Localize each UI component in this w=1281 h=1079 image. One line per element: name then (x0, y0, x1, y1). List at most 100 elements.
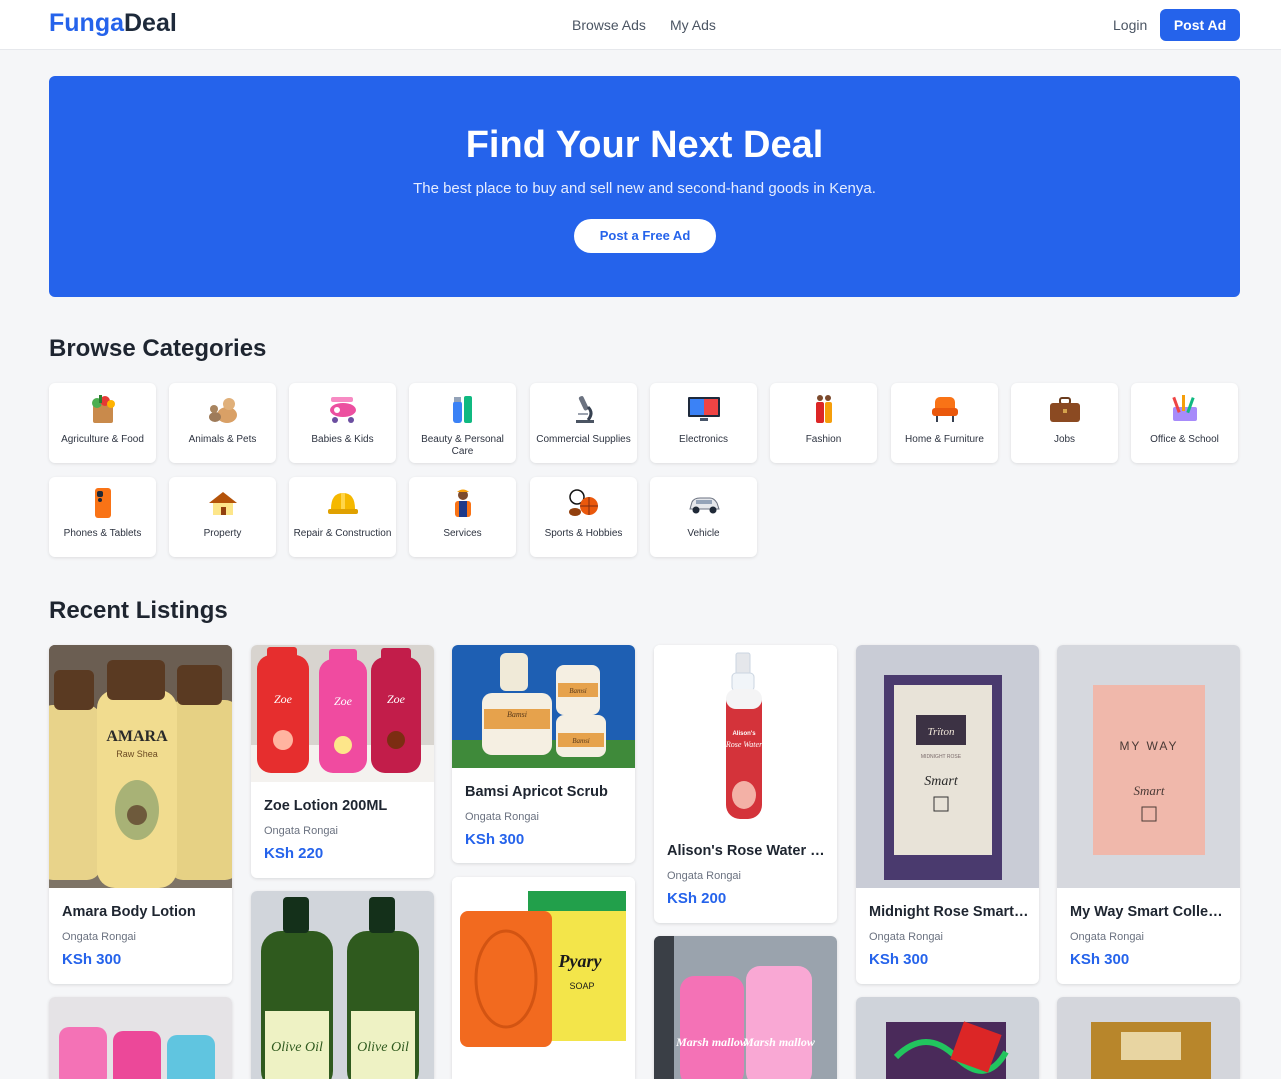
svg-text:SOAP: SOAP (569, 981, 594, 991)
category-label: Fashion (805, 434, 842, 445)
category-phones-tablets[interactable]: Phones & Tablets (49, 477, 156, 557)
listing-title[interactable]: Alison's Rose Water Spray (667, 843, 827, 859)
listing-card[interactable] (49, 997, 232, 1079)
cosmetics-icon (453, 396, 472, 423)
listing-image (49, 997, 232, 1079)
listing-info: My Way Smart Collection Ongata Rongai KS… (1057, 888, 1240, 984)
listing-image: Marsh mallow Marsh mallow (654, 936, 837, 1079)
grocery-bag-icon (92, 395, 115, 423)
listing-price: KSh 300 (62, 951, 122, 968)
logo-part-2: Deal (124, 9, 177, 37)
armchair-icon (932, 397, 958, 422)
listing-card[interactable]: Alison's Rose Water Alison's Rose Water … (654, 645, 837, 923)
listing-image: Olive Oil Olive Oil (251, 891, 434, 1079)
category-label: Services (443, 528, 482, 539)
category-label: Electronics (679, 434, 728, 445)
category-electronics[interactable]: Electronics (650, 383, 757, 463)
category-commercial-supplies[interactable]: Commercial Supplies (530, 383, 637, 463)
listing-title[interactable]: Bamsi Apricot Scrub (465, 784, 625, 800)
svg-text:Marsh mallow: Marsh mallow (675, 1035, 749, 1049)
category-services[interactable]: Services (409, 477, 516, 557)
category-label: Commercial Supplies (536, 434, 631, 445)
svg-text:Olive Oil: Olive Oil (357, 1040, 409, 1055)
listing-card[interactable]: Marsh mallow Marsh mallow (654, 936, 837, 1079)
svg-text:Pyary: Pyary (558, 951, 603, 971)
listing-image: Trïton MIDNIGHT ROSE Smart (856, 645, 1039, 888)
svg-text:MIDNIGHT ROSE: MIDNIGHT ROSE (921, 754, 962, 760)
category-label: Home & Furniture (905, 434, 984, 445)
listing-image (856, 997, 1039, 1079)
category-label: Vehicle (687, 528, 720, 539)
svg-text:Marsh mallow: Marsh mallow (742, 1035, 816, 1049)
category-label: Jobs (1053, 434, 1076, 445)
svg-text:Trïton: Trïton (928, 726, 955, 738)
listing-card[interactable]: Zoe Zoe Zoe Zoe Lotion 200ML Ongata Rong… (251, 645, 434, 878)
listing-price: KSh 220 (264, 845, 324, 862)
svg-text:Olive Oil: Olive Oil (271, 1040, 323, 1055)
svg-text:Bamsi: Bamsi (569, 687, 587, 695)
listing-title[interactable]: Amara Body Lotion (62, 904, 222, 920)
category-home-furniture[interactable]: Home & Furniture (891, 383, 998, 463)
listing-card[interactable]: Olive Oil Olive Oil (251, 891, 434, 1079)
listing-price: KSh 200 (667, 890, 727, 907)
post-free-ad-button[interactable]: Post a Free Ad (574, 219, 716, 253)
nav-my-ads[interactable]: My Ads (670, 17, 716, 33)
pets-icon (209, 398, 237, 423)
category-office-school[interactable]: Office & School (1131, 383, 1238, 463)
listing-location: Ongata Rongai (667, 870, 741, 882)
briefcase-icon (1050, 397, 1080, 422)
listing-card[interactable]: MY WAY Smart My Way Smart Collection Ong… (1057, 645, 1240, 984)
category-label: Office & School (1150, 434, 1219, 445)
microscope-icon (576, 396, 594, 423)
listing-card[interactable]: Pyary SOAP (452, 877, 635, 1079)
listing-title[interactable]: Midnight Rose Smart Collection (869, 904, 1029, 920)
fashion-icon (816, 395, 832, 423)
brand-logo[interactable]: FungaDeal (49, 9, 177, 38)
category-beauty-personal-care[interactable]: Beauty & Personal Care (409, 383, 516, 463)
toy-plane-icon (330, 397, 356, 423)
hero-banner: Find Your Next Deal The best place to bu… (49, 76, 1240, 297)
category-label: Repair & Construction (293, 528, 392, 539)
login-link[interactable]: Login (1113, 17, 1147, 33)
sports-balls-icon (569, 489, 598, 516)
category-label: Babies & Kids (311, 434, 374, 445)
category-vehicle[interactable]: Vehicle (650, 477, 757, 557)
stationery-icon (1172, 395, 1197, 421)
category-sports-hobbies[interactable]: Sports & Hobbies (530, 477, 637, 557)
listing-info: Midnight Rose Smart Collection Ongata Ro… (856, 888, 1039, 984)
listing-title[interactable]: My Way Smart Collection (1070, 904, 1230, 920)
category-jobs[interactable]: Jobs (1011, 383, 1118, 463)
listing-card[interactable]: AMARA Raw Shea Amara Body Lotion Ongata … (49, 645, 232, 984)
listing-info: Amara Body Lotion Ongata Rongai KSh 300 (49, 888, 232, 984)
category-property[interactable]: Property (169, 477, 276, 557)
listing-price: KSh 300 (869, 951, 929, 968)
category-label: Animals & Pets (188, 434, 257, 445)
category-babies-kids[interactable]: Babies & Kids (289, 383, 396, 463)
category-label: Sports & Hobbies (544, 528, 623, 539)
category-animals-pets[interactable]: Animals & Pets (169, 383, 276, 463)
hard-hat-icon (328, 493, 358, 514)
post-ad-button[interactable]: Post Ad (1160, 9, 1240, 41)
listing-card[interactable]: Bamsi Bamsi Bamsi Bamsi Apricot Scrub On… (452, 645, 635, 863)
category-fashion[interactable]: Fashion (770, 383, 877, 463)
category-repair-construction[interactable]: Repair & Construction (289, 477, 396, 557)
svg-text:MY WAY: MY WAY (1119, 739, 1178, 753)
listing-card[interactable] (856, 997, 1039, 1079)
listing-info: Alison's Rose Water Spray Ongata Rongai … (654, 827, 837, 923)
svg-text:Zoe: Zoe (387, 692, 406, 706)
svg-text:Zoe: Zoe (274, 692, 293, 706)
svg-text:Alison's: Alison's (732, 731, 756, 737)
house-icon (209, 492, 237, 515)
listing-title[interactable]: Zoe Lotion 200ML (264, 798, 424, 814)
nav-browse-ads[interactable]: Browse Ads (572, 17, 646, 33)
listing-location: Ongata Rongai (264, 825, 338, 837)
tv-icon (688, 397, 720, 421)
listing-price: KSh 300 (1070, 951, 1130, 968)
hero-subtitle: The best place to buy and sell new and s… (413, 180, 876, 197)
listing-card[interactable]: Trïton MIDNIGHT ROSE Smart Midnight Rose… (856, 645, 1039, 984)
listing-image: MY WAY Smart (1057, 645, 1240, 888)
svg-text:Rose Water: Rose Water (725, 740, 763, 749)
category-agriculture-food[interactable]: Agriculture & Food (49, 383, 156, 463)
phone-icon (95, 488, 111, 518)
listing-card[interactable] (1057, 997, 1240, 1079)
